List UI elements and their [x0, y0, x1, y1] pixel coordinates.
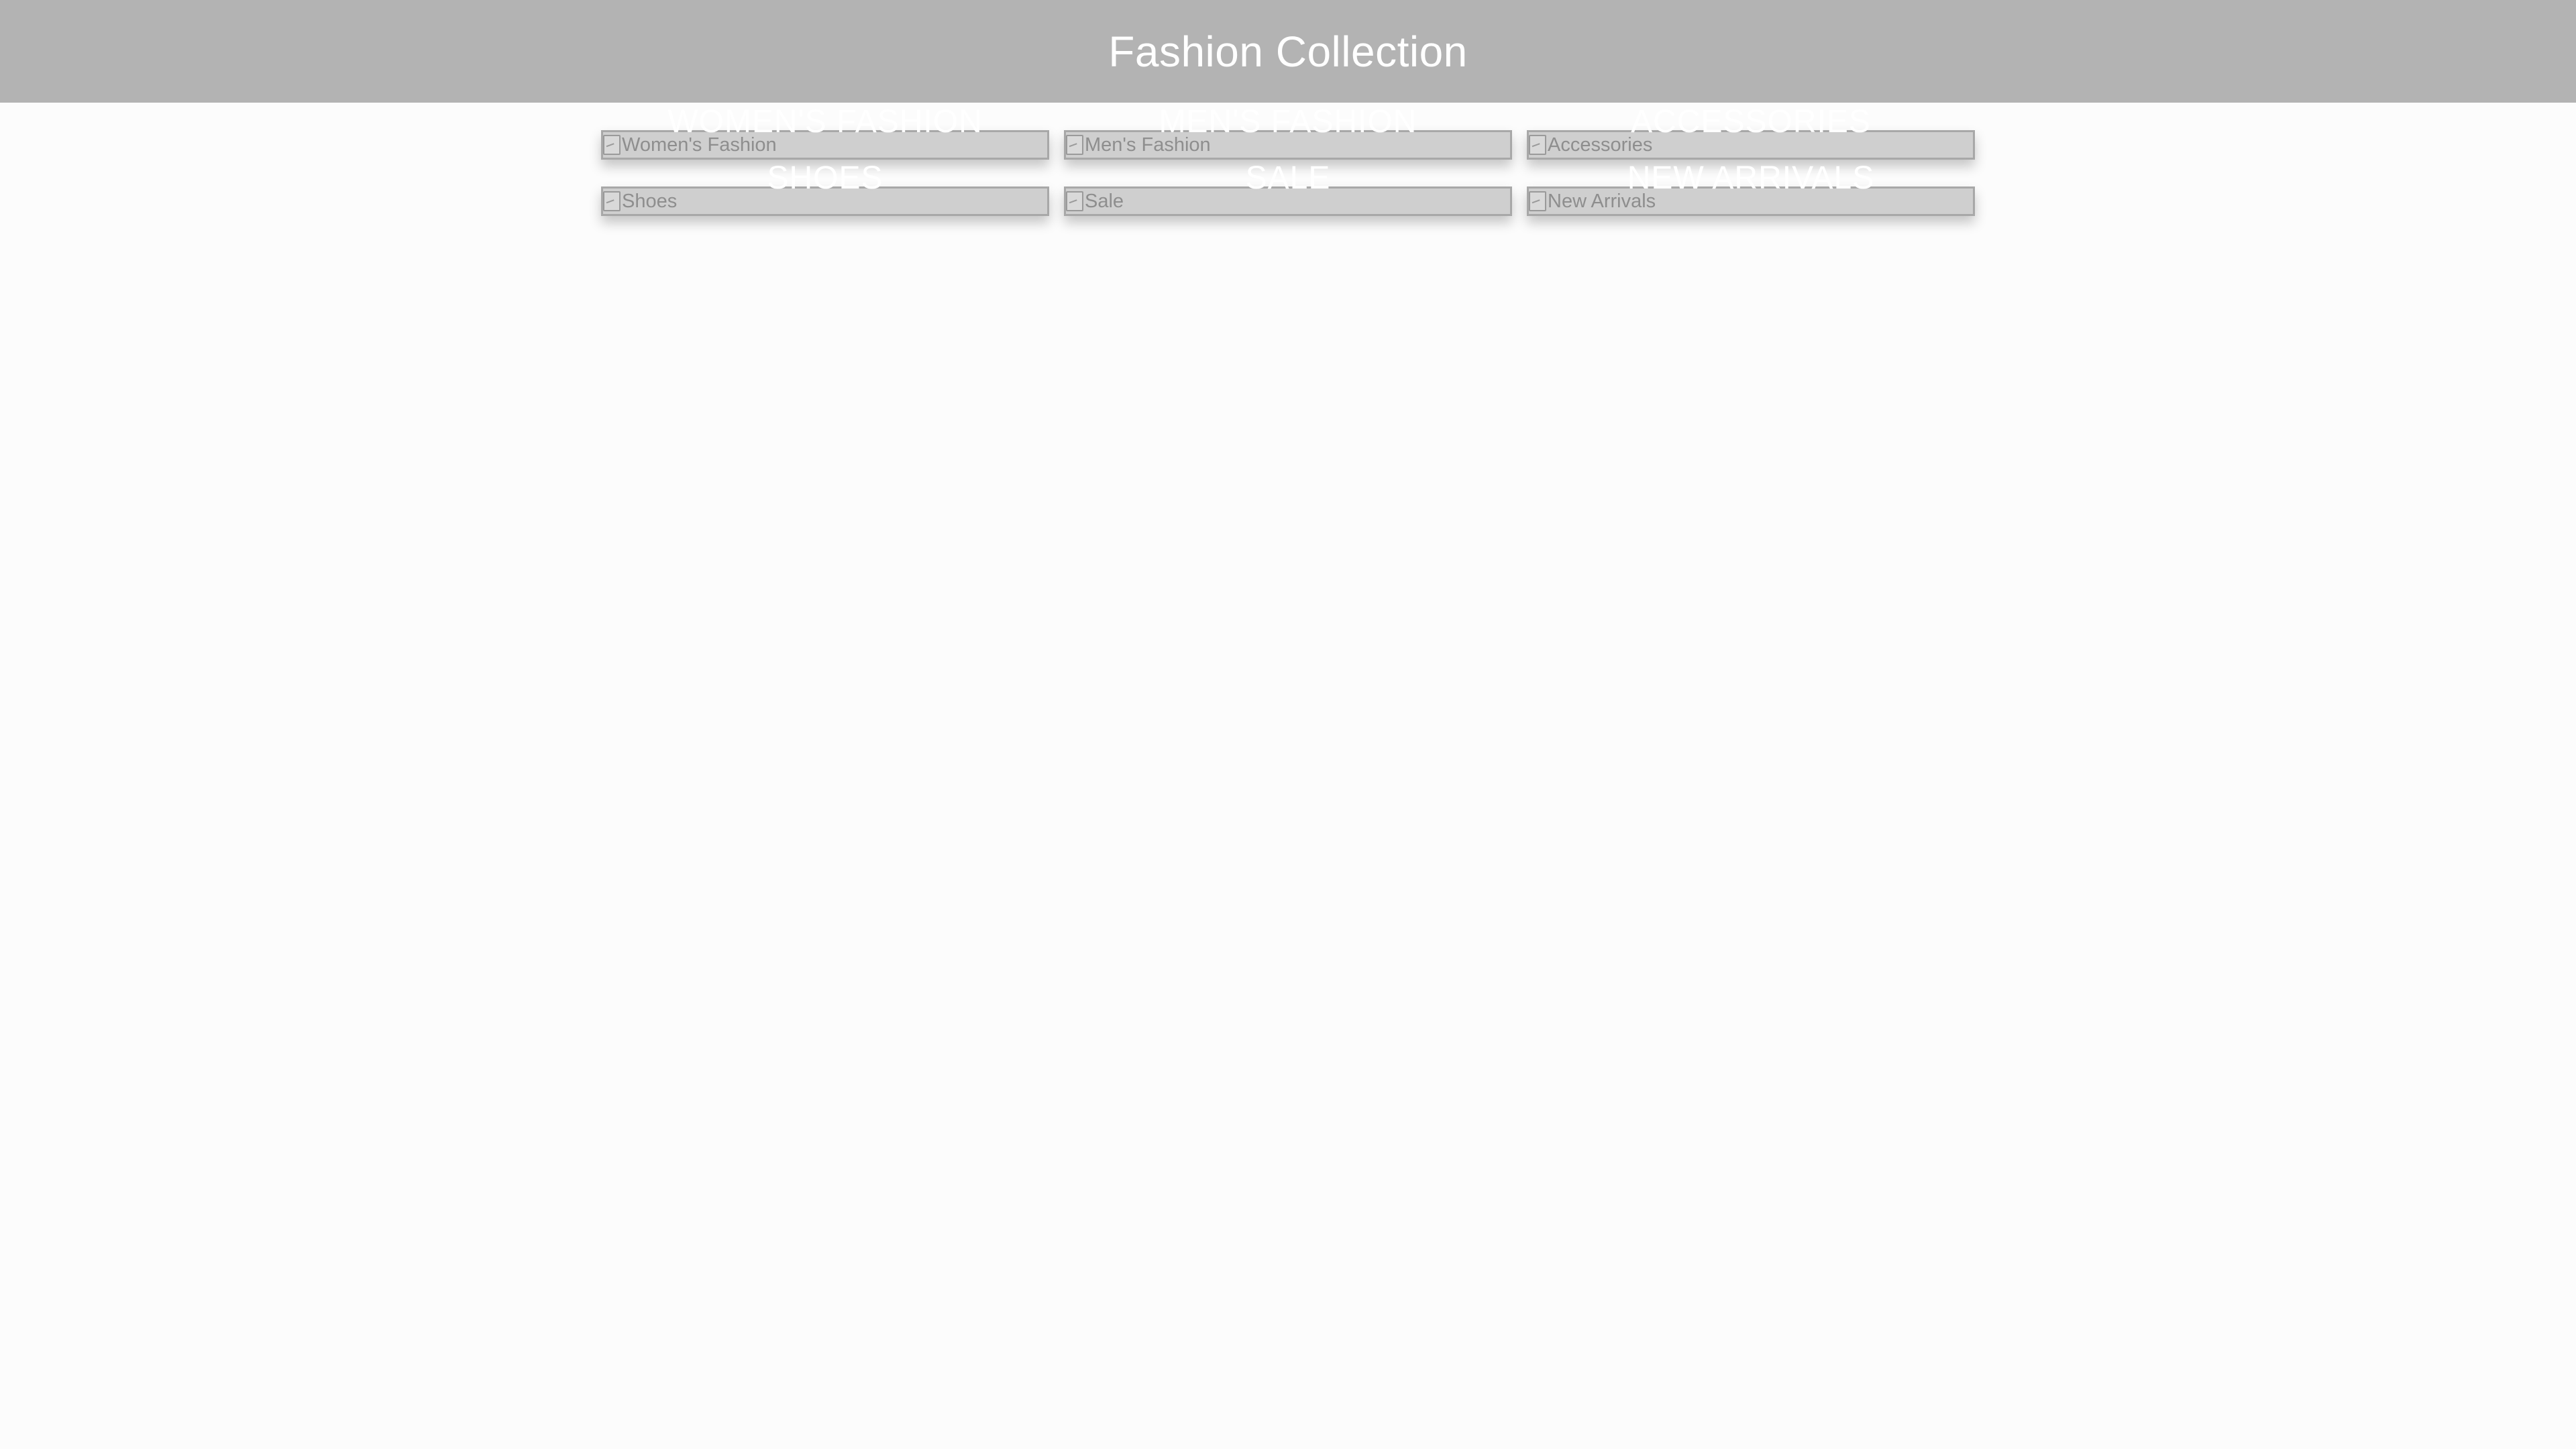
broken-image-icon — [603, 135, 621, 155]
category-card-shoes[interactable]: Shoes Shoes — [601, 162, 1049, 216]
broken-image-icon — [1529, 191, 1546, 211]
page-title: Fashion Collection — [1108, 27, 1468, 76]
broken-image-icon — [1066, 191, 1083, 211]
category-image[interactable]: Accessories — [1529, 132, 1652, 158]
category-image[interactable]: Men's Fashion — [1066, 132, 1211, 158]
image-alt-text: Men's Fashion — [1085, 133, 1211, 156]
image-alt-text: New Arrivals — [1548, 190, 1656, 212]
category-image[interactable]: Sale — [1066, 189, 1124, 214]
broken-image-icon — [603, 191, 621, 211]
image-alt-text: Women's Fashion — [622, 133, 777, 156]
category-image[interactable]: Women's Fashion — [603, 132, 777, 158]
category-label: Sale — [1245, 160, 1331, 196]
image-alt-text: Shoes — [622, 190, 678, 212]
category-image[interactable]: New Arrivals — [1529, 189, 1656, 214]
category-card-mens-fashion[interactable]: Men's Fashion Men's Fashion — [1064, 106, 1512, 160]
category-grid: Women's Fashion Women's Fashion Men's Fa… — [601, 106, 1975, 216]
broken-image-icon — [1529, 135, 1546, 155]
category-card-accessories[interactable]: Accessories Accessories — [1527, 106, 1975, 160]
broken-image-icon — [1066, 135, 1083, 155]
image-alt-text: Accessories — [1548, 133, 1653, 156]
page-header: Fashion Collection — [0, 0, 2576, 103]
category-card-womens-fashion[interactable]: Women's Fashion Women's Fashion — [601, 106, 1049, 160]
category-image[interactable]: Shoes — [603, 189, 677, 214]
category-card-sale[interactable]: Sale Sale — [1064, 162, 1512, 216]
category-card-new-arrivals[interactable]: New Arrivals New Arrivals — [1527, 162, 1975, 216]
image-alt-text: Sale — [1085, 190, 1124, 212]
